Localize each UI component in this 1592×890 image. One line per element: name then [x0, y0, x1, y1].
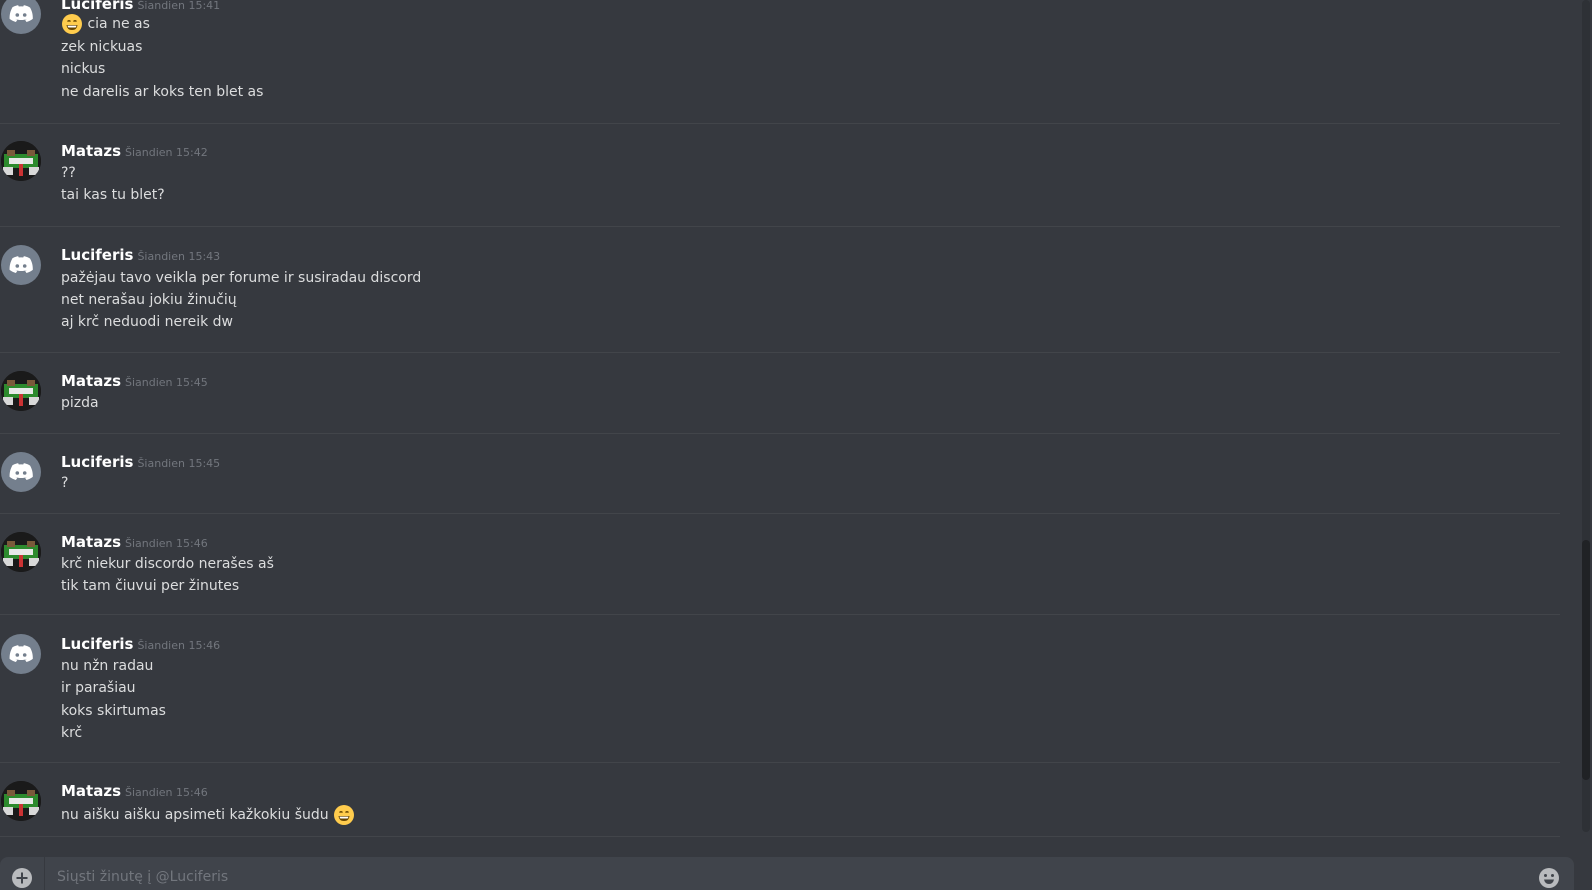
message-line: ?: [61, 475, 69, 491]
message-line: aj krč neduodi nereik dw: [61, 314, 233, 330]
message-line: nickus: [61, 61, 106, 77]
avatar[interactable]: [1, 634, 41, 674]
timestamp: Šiandien 15:42: [125, 146, 208, 159]
grinning-emoji-icon: [334, 805, 355, 825]
message-divider: [0, 513, 1560, 514]
message-line: tai kas tu blet?: [61, 187, 165, 203]
user-avatar-image: [1, 141, 41, 181]
message-composer: [0, 857, 1574, 890]
message-line: tik tam čiuvui per žinutes: [61, 578, 240, 594]
message-line: krč: [61, 725, 83, 741]
message-line: nu aišku aišku apsimeti kažkokiu šudu: [61, 804, 355, 825]
message-line: nu nžn radau: [61, 658, 154, 674]
message-divider: [0, 433, 1560, 434]
message-header: Luciferis Šiandien 15:46: [61, 634, 220, 654]
add-attachment-button[interactable]: [10, 866, 34, 890]
username[interactable]: Luciferis: [61, 635, 133, 653]
username[interactable]: Matazs: [61, 372, 121, 390]
plus-circle-icon: [12, 868, 32, 888]
user-avatar-image: [1, 371, 41, 411]
message-divider: [0, 352, 1560, 353]
avatar[interactable]: [1, 0, 41, 34]
discord-logo-icon: [9, 5, 33, 22]
discord-logo-icon: [9, 463, 33, 480]
avatar[interactable]: [1, 245, 41, 285]
message-header: Matazs Šiandien 15:45: [61, 371, 208, 391]
username[interactable]: Luciferis: [61, 453, 133, 471]
message-header: Matazs Šiandien 15:46: [61, 781, 208, 801]
grinning-emoji-icon: [62, 14, 82, 34]
timestamp: Šiandien 15:43: [137, 250, 221, 263]
message-header: Luciferis Šiandien 15:41: [61, 0, 220, 14]
emoji-picker-button[interactable]: [1537, 866, 1561, 890]
message-line: pažėjau tavo veikla per forume ir susira…: [61, 270, 422, 286]
timestamp: Šiandien 15:41: [137, 0, 221, 12]
message-divider: [0, 123, 1560, 124]
message-line: ne darelis ar koks ten blet as: [61, 84, 264, 100]
message-line: cia ne as: [61, 13, 150, 34]
username[interactable]: Matazs: [61, 782, 121, 800]
user-avatar-image: [1, 532, 41, 572]
message-line: zek nickuas: [61, 39, 143, 55]
timestamp: Šiandien 15:46: [125, 537, 208, 550]
discord-logo-icon: [9, 645, 33, 662]
message-divider: [0, 762, 1560, 763]
message-header: Luciferis Šiandien 15:45: [61, 452, 220, 472]
message-header: Matazs Šiandien 15:42: [61, 141, 208, 161]
message-header: Luciferis Šiandien 15:43: [61, 245, 220, 265]
timestamp: Šiandien 15:46: [125, 786, 208, 799]
message-line: pizda: [61, 395, 99, 411]
dm-chat-window: Luciferis Šiandien 15:41 cia ne as zek ni…: [0, 0, 1592, 890]
avatar[interactable]: [1, 781, 41, 821]
timestamp: Šiandien 15:45: [125, 376, 208, 389]
avatar[interactable]: [1, 141, 41, 181]
message-line: krč niekur discordo nerašes aš: [61, 556, 274, 572]
avatar[interactable]: [1, 452, 41, 492]
message-divider: [0, 614, 1560, 615]
timestamp: Šiandien 15:45: [137, 457, 221, 470]
message-list[interactable]: Luciferis Šiandien 15:41 cia ne as zek ni…: [0, 0, 1560, 840]
message-divider: [0, 226, 1560, 227]
username[interactable]: Luciferis: [61, 246, 133, 264]
message-divider: [0, 836, 1560, 837]
avatar[interactable]: [1, 371, 41, 411]
user-avatar-image: [1, 781, 41, 821]
timestamp: Šiandien 15:46: [137, 639, 221, 652]
discord-logo-icon: [9, 256, 33, 273]
smile-icon: [1539, 868, 1559, 888]
composer-divider: [44, 857, 45, 890]
scrollbar-thumb[interactable]: [1582, 540, 1590, 780]
avatar[interactable]: [1, 532, 41, 572]
message-input[interactable]: [55, 865, 1499, 889]
message-line: net nerašau jokiu žinučių: [61, 292, 237, 308]
username[interactable]: Luciferis: [61, 0, 133, 13]
username[interactable]: Matazs: [61, 142, 121, 160]
message-line: ir parašiau: [61, 680, 136, 696]
message-line: koks skirtumas: [61, 703, 166, 719]
message-header: Matazs Šiandien 15:46: [61, 532, 208, 552]
username[interactable]: Matazs: [61, 533, 121, 551]
message-line: ??: [61, 165, 76, 181]
